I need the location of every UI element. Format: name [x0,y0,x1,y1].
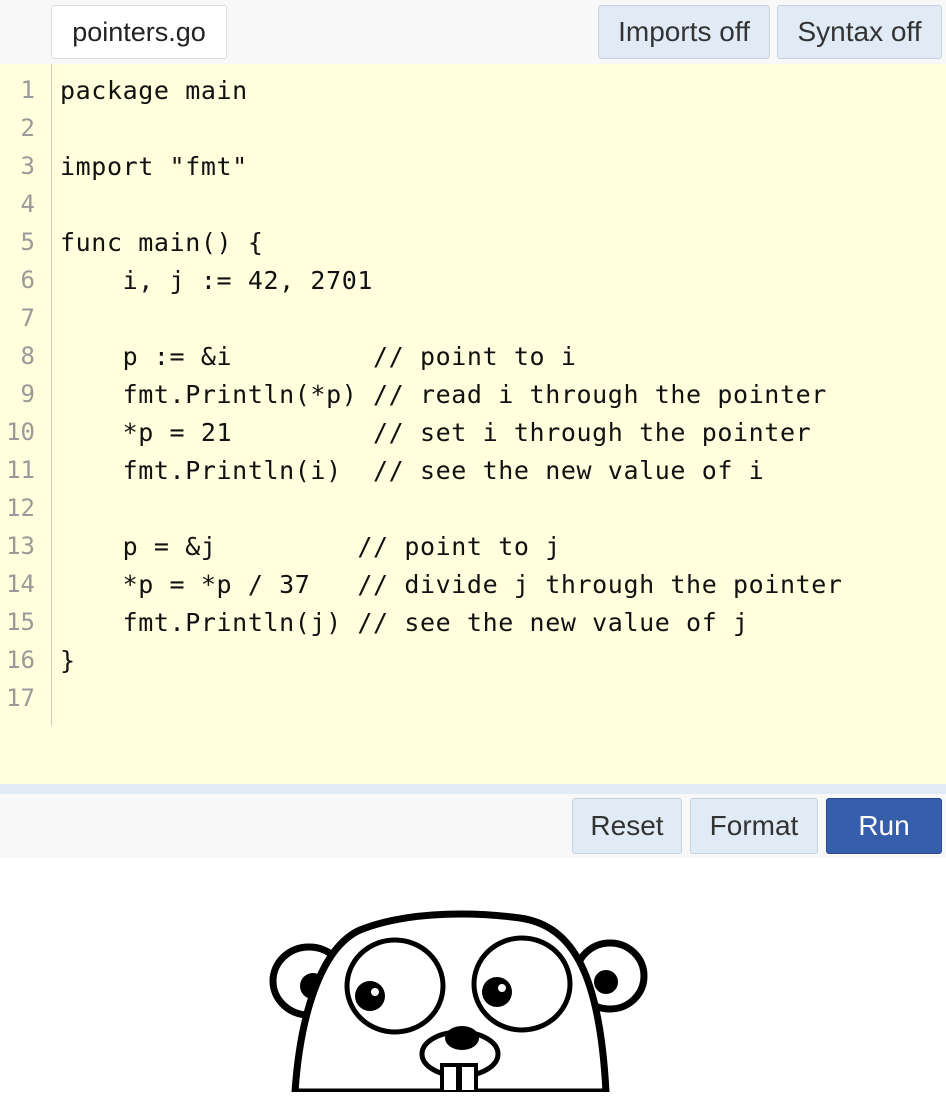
top-toolbar: pointers.go Imports off Syntax off [0,0,946,64]
code-line[interactable]: *p = *p / 37 // divide j through the poi… [60,570,843,599]
line-number: 6 [20,266,35,294]
line-number: 8 [20,342,35,370]
code-line[interactable]: func main() { [60,228,263,257]
reset-button[interactable]: Reset [572,798,682,854]
run-button[interactable]: Run [826,798,942,854]
gopher-mascot-icon [0,858,946,1096]
line-number: 14 [6,570,35,598]
line-number: 3 [20,152,35,180]
code-line[interactable]: fmt.Println(*p) // read i through the po… [60,380,827,409]
line-number: 16 [6,646,35,674]
format-button[interactable]: Format [690,798,818,854]
line-number: 15 [6,608,35,636]
code-line[interactable]: *p = 21 // set i through the pointer [60,418,811,447]
line-number: 4 [20,190,35,218]
code-line[interactable]: } [60,646,76,675]
line-number: 12 [6,494,35,522]
code-line[interactable]: i, j := 42, 2701 [60,266,373,295]
imports-toggle-button[interactable]: Imports off [598,5,770,59]
code-line[interactable]: p := &i // point to i [60,342,577,371]
line-number: 17 [6,684,35,712]
line-number: 1 [20,76,35,104]
code-editor[interactable]: 1 2 3 4 5 6 7 8 9 10 11 12 13 14 15 16 1… [0,64,946,784]
editor-divider [0,784,946,794]
line-number: 2 [20,114,35,142]
line-number: 5 [20,228,35,256]
code-line[interactable]: package main [60,76,248,105]
syntax-toggle-button[interactable]: Syntax off [777,5,942,59]
bottom-toolbar: Reset Format Run [0,794,946,858]
code-line[interactable]: import "fmt" [60,152,248,181]
line-number: 9 [20,380,35,408]
line-number: 13 [6,532,35,560]
line-number-gutter: 1 2 3 4 5 6 7 8 9 10 11 12 13 14 15 16 1… [0,64,52,726]
line-number: 10 [6,418,35,446]
file-tab[interactable]: pointers.go [51,5,227,59]
line-number: 11 [6,456,35,484]
code-line[interactable]: p = &j // point to j [60,532,561,561]
line-number: 7 [20,304,35,332]
code-line[interactable]: fmt.Println(j) // see the new value of j [60,608,749,637]
code-line[interactable]: fmt.Println(i) // see the new value of i [60,456,764,485]
